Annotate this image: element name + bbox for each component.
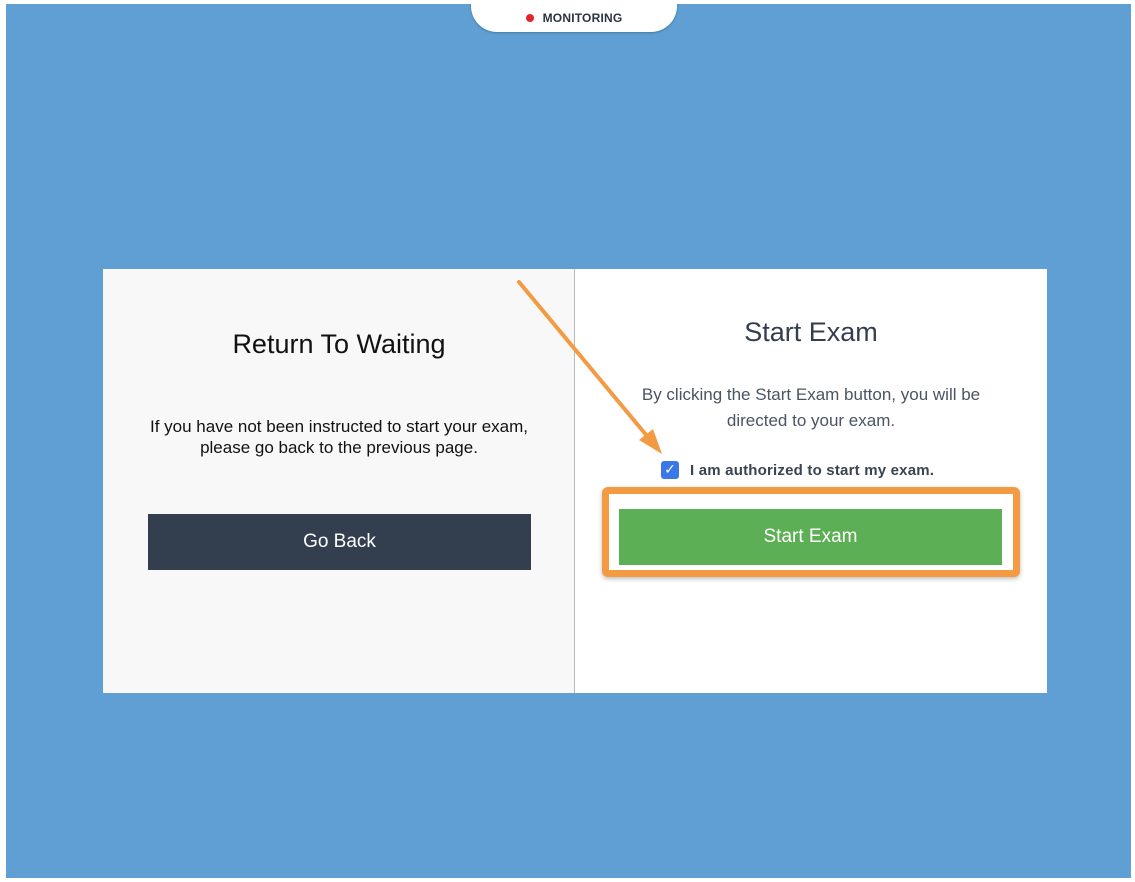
- return-to-waiting-panel: Return To Waiting If you have not been i…: [103, 269, 575, 693]
- exam-launch-screen: MONITORING Return To Waiting If you have…: [6, 4, 1131, 878]
- start-exam-button[interactable]: Start Exam: [619, 509, 1002, 565]
- return-to-waiting-message: If you have not been instructed to start…: [150, 417, 528, 457]
- start-exam-panel: Start Exam By clicking the Start Exam bu…: [575, 269, 1047, 693]
- authorization-checkbox[interactable]: ✓: [661, 461, 679, 479]
- authorization-label[interactable]: I am authorized to start my exam.: [690, 462, 934, 479]
- go-back-button[interactable]: Go Back: [148, 514, 531, 570]
- return-to-waiting-title: Return To Waiting: [232, 329, 446, 359]
- start-exam-title: Start Exam: [744, 317, 878, 347]
- authorization-checkbox-row[interactable]: ✓ I am authorized to start my exam.: [661, 460, 934, 480]
- exam-decision-card: Return To Waiting If you have not been i…: [103, 269, 1047, 693]
- recording-dot-icon: [525, 14, 534, 22]
- start-exam-message: By clicking the Start Exam button, you w…: [641, 385, 981, 430]
- check-icon: ✓: [664, 462, 676, 478]
- monitoring-indicator: MONITORING: [471, 4, 677, 32]
- monitoring-label: MONITORING: [542, 11, 623, 25]
